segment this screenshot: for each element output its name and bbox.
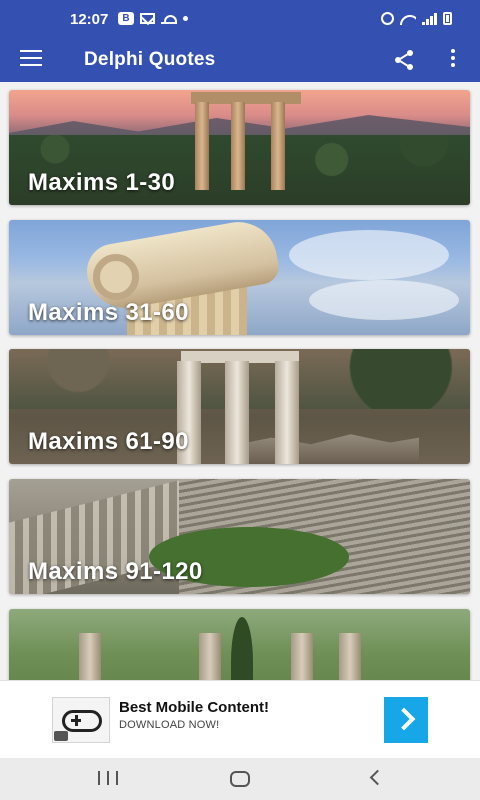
column-image [231, 102, 245, 190]
app-title: Delphi Quotes [84, 49, 216, 70]
cypress-tree-image [231, 617, 253, 680]
maxims-card-91-120[interactable]: Maxims 91-120 [9, 479, 470, 594]
column-image [79, 633, 101, 680]
maxims-card-5[interactable] [9, 609, 470, 680]
ad-open-button[interactable] [384, 697, 428, 743]
ad-app-icon[interactable] [52, 697, 110, 743]
chevron-right-icon [392, 707, 416, 731]
ad-subtitle[interactable]: DOWNLOAD NOW! [119, 719, 219, 731]
weather-icon [161, 13, 177, 24]
recent-apps-icon[interactable] [98, 771, 118, 785]
maxims-card-1-30[interactable]: Maxims 1-30 [9, 90, 470, 205]
volute-image [93, 254, 139, 300]
card-label: Maxims 91-120 [28, 558, 203, 585]
column-image [195, 102, 209, 190]
card-label: Maxims 61-90 [28, 428, 189, 455]
maxims-list: Maxims 1-30 Maxims 31-60 Maxims 61-90 Ma… [0, 82, 480, 680]
card-label: Maxims 1-30 [28, 169, 176, 196]
cloud-image [289, 230, 449, 280]
wifi-icon [400, 13, 416, 25]
share-icon[interactable] [392, 48, 416, 72]
home-icon[interactable] [230, 771, 250, 787]
status-left-icons: B [118, 12, 188, 25]
card-label: Maxims 31-60 [28, 299, 189, 326]
maxims-card-61-90[interactable]: Maxims 61-90 [9, 349, 470, 464]
ad-badge-icon [54, 731, 68, 741]
mail-icon [140, 13, 155, 24]
system-nav-bar [0, 758, 480, 800]
battery-icon [443, 12, 452, 25]
status-bar: 12:07 B [0, 0, 480, 36]
status-right-icons [381, 12, 452, 25]
app-bar: Delphi Quotes [0, 36, 480, 82]
ad-box[interactable]: Best Mobile Content! DOWNLOAD NOW! [52, 697, 428, 743]
ruins-image [239, 434, 419, 464]
status-time: 12:07 [70, 11, 109, 28]
gamepad-icon [62, 710, 102, 732]
column-image [275, 361, 299, 464]
signal-icon [422, 12, 437, 25]
notification-dot-icon [183, 16, 188, 21]
menu-icon[interactable] [20, 50, 44, 68]
column-image [199, 633, 221, 680]
column-image [291, 633, 313, 680]
more-vert-icon[interactable] [446, 49, 460, 71]
column-image [225, 361, 249, 464]
cloud-image [309, 280, 459, 320]
maxims-card-31-60[interactable]: Maxims 31-60 [9, 220, 470, 335]
alarm-icon [381, 12, 394, 25]
back-icon[interactable] [369, 769, 386, 786]
ad-banner[interactable]: Best Mobile Content! DOWNLOAD NOW! [0, 680, 480, 758]
ad-title[interactable]: Best Mobile Content! [119, 699, 269, 716]
b-badge-icon: B [118, 12, 134, 25]
column-image [339, 633, 361, 680]
column-image [271, 102, 285, 190]
